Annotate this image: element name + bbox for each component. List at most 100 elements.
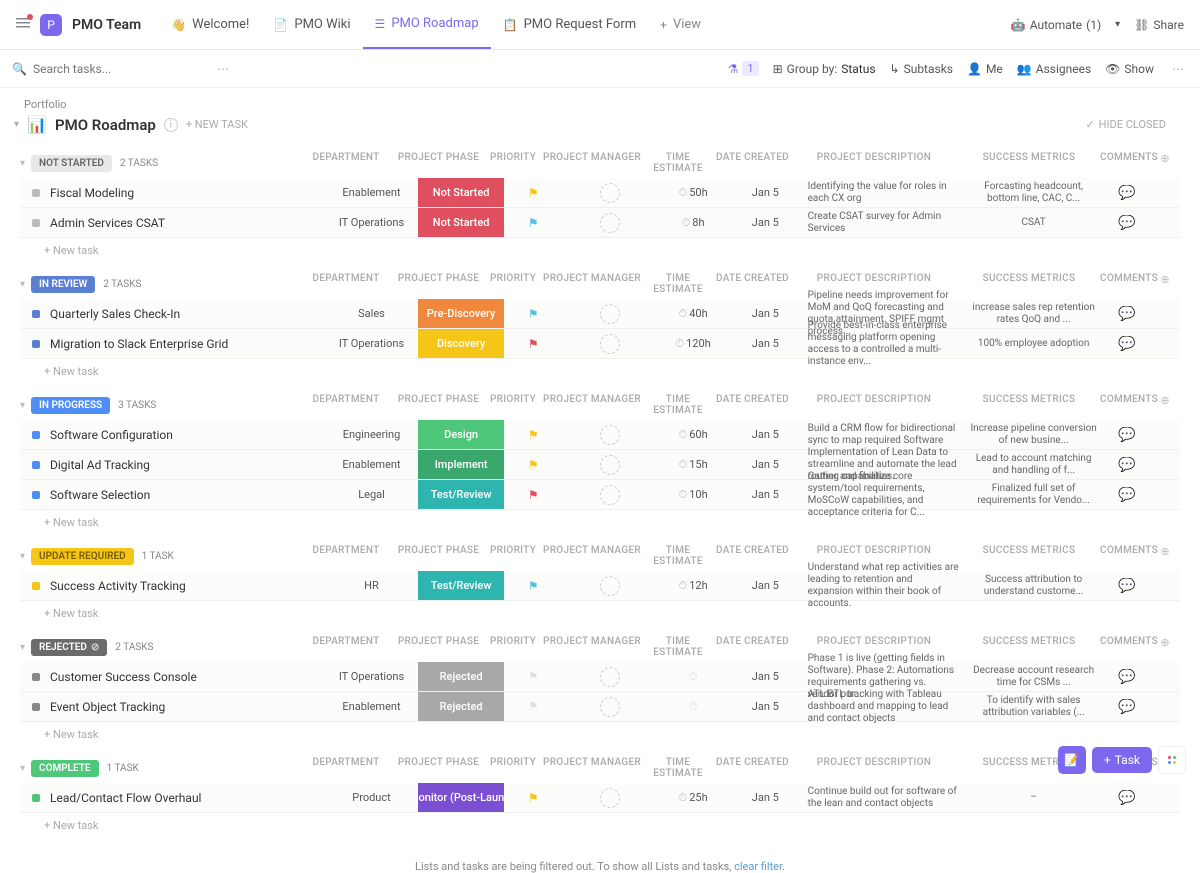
- cell-phase[interactable]: Discovery: [418, 329, 504, 358]
- cell-metrics[interactable]: CSAT: [965, 217, 1103, 229]
- cell-phase[interactable]: Not Started: [418, 208, 504, 237]
- add-column-button[interactable]: ⊕: [1150, 636, 1180, 658]
- cell-department[interactable]: IT Operations: [325, 670, 418, 683]
- cell-comments[interactable]: 💬: [1103, 578, 1151, 594]
- cell-phase[interactable]: Implement: [418, 450, 504, 479]
- new-task-row[interactable]: + New task: [20, 510, 1180, 535]
- task-row[interactable]: Fiscal Modeling Enablement Not Started ⚑…: [20, 178, 1180, 208]
- col-header[interactable]: TIME ESTIMATE: [641, 273, 715, 295]
- task-name[interactable]: Admin Services CSAT: [50, 216, 325, 230]
- col-header[interactable]: PROJECT DESCRIPTION: [790, 757, 958, 779]
- col-header[interactable]: PROJECT PHASE: [394, 152, 483, 174]
- menu-icon[interactable]: [16, 16, 30, 33]
- cell-estimate[interactable]: ⏱10h: [657, 488, 729, 502]
- cell-department[interactable]: IT Operations: [325, 216, 418, 229]
- col-header[interactable]: PRIORITY: [483, 394, 543, 416]
- add-column-button[interactable]: ⊕: [1150, 545, 1180, 567]
- cell-estimate[interactable]: ⏱60h: [657, 428, 729, 442]
- cell-department[interactable]: Engineering: [325, 428, 418, 441]
- cell-project-manager[interactable]: [562, 334, 657, 354]
- cell-phase[interactable]: Test/Review: [418, 480, 504, 509]
- new-task-row[interactable]: + New task: [20, 238, 1180, 263]
- cell-project-manager[interactable]: [562, 697, 657, 717]
- task-name[interactable]: Event Object Tracking: [50, 700, 325, 714]
- cell-project-manager[interactable]: [562, 576, 657, 596]
- search-input[interactable]: [33, 62, 153, 76]
- cell-priority[interactable]: ⚑: [504, 700, 562, 713]
- cell-date-created[interactable]: Jan 5: [729, 307, 802, 320]
- col-header[interactable]: DATE CREATED: [715, 394, 790, 416]
- cell-project-manager[interactable]: [562, 485, 657, 505]
- col-header[interactable]: SUCCESS METRICS: [958, 394, 1100, 416]
- col-header[interactable]: PROJECT PHASE: [394, 273, 483, 295]
- cell-date-created[interactable]: Jan 5: [729, 186, 802, 199]
- cell-comments[interactable]: 💬: [1103, 790, 1151, 806]
- cell-date-created[interactable]: Jan 5: [729, 791, 802, 804]
- task-status-bullet[interactable]: [32, 431, 40, 439]
- cell-estimate[interactable]: ⏱8h: [657, 216, 729, 230]
- col-header[interactable]: PROJECT MANAGER: [543, 757, 641, 779]
- cell-priority[interactable]: ⚑: [504, 216, 562, 230]
- col-header[interactable]: DEPARTMENT: [298, 757, 394, 779]
- cell-estimate[interactable]: ⏱40h: [657, 307, 729, 321]
- cell-department[interactable]: Legal: [325, 488, 418, 501]
- cell-date-created[interactable]: Jan 5: [729, 458, 802, 471]
- apps-button[interactable]: [1158, 746, 1186, 774]
- col-header[interactable]: PRIORITY: [483, 545, 543, 567]
- cell-project-manager[interactable]: [562, 667, 657, 687]
- cell-project-manager[interactable]: [562, 788, 657, 808]
- col-header[interactable]: PRIORITY: [483, 273, 543, 295]
- task-row[interactable]: Success Activity Tracking HR Test/Review…: [20, 571, 1180, 601]
- cell-priority[interactable]: ⚑: [504, 458, 562, 472]
- col-header[interactable]: SUCCESS METRICS: [958, 636, 1100, 658]
- col-header[interactable]: DATE CREATED: [715, 152, 790, 174]
- col-header[interactable]: PROJECT DESCRIPTION: [790, 394, 958, 416]
- cell-date-created[interactable]: Jan 5: [729, 488, 802, 501]
- show-button[interactable]: 👁Show: [1105, 62, 1154, 76]
- subtasks-button[interactable]: ↳Subtasks: [890, 62, 953, 76]
- col-header[interactable]: DEPARTMENT: [298, 545, 394, 567]
- task-status-bullet[interactable]: [32, 340, 40, 348]
- col-header[interactable]: TIME ESTIMATE: [641, 394, 715, 416]
- hide-closed-button[interactable]: ✓HIDE CLOSED: [1085, 118, 1166, 131]
- cell-metrics[interactable]: Lead to account matching and handling of…: [965, 453, 1103, 477]
- task-name[interactable]: Customer Success Console: [50, 670, 325, 684]
- tab-add-view[interactable]: +View: [648, 0, 713, 49]
- task-row[interactable]: Admin Services CSAT IT Operations Not St…: [20, 208, 1180, 238]
- cell-metrics[interactable]: Finalized full set of requirements for V…: [965, 483, 1103, 507]
- cell-description[interactable]: ATL BTL tracking with Tableau dashboard …: [802, 689, 965, 725]
- task-row[interactable]: Quarterly Sales Check-In Sales Pre-Disco…: [20, 299, 1180, 329]
- info-icon[interactable]: i: [164, 118, 178, 132]
- cell-description[interactable]: Identifying the value for roles in each …: [802, 181, 965, 205]
- cell-project-manager[interactable]: [562, 183, 657, 203]
- cell-priority[interactable]: ⚑: [504, 579, 562, 593]
- col-header[interactable]: SUCCESS METRICS: [958, 545, 1100, 567]
- col-header[interactable]: PROJECT PHASE: [394, 757, 483, 779]
- col-header[interactable]: COMMENTS: [1100, 394, 1150, 416]
- tab-request[interactable]: 📋PMO Request Form: [491, 0, 648, 49]
- cell-metrics[interactable]: 100% employee adoption: [965, 338, 1103, 350]
- tab-welcome[interactable]: 👋Welcome!: [159, 0, 261, 49]
- task-status-bullet[interactable]: [32, 673, 40, 681]
- cell-project-manager[interactable]: [562, 455, 657, 475]
- cell-metrics[interactable]: –: [965, 792, 1103, 804]
- cell-date-created[interactable]: Jan 5: [729, 700, 802, 713]
- cell-priority[interactable]: ⚑: [504, 428, 562, 442]
- cell-description[interactable]: Build a CRM flow for bidirectional sync …: [802, 423, 965, 447]
- col-header[interactable]: TIME ESTIMATE: [641, 545, 715, 567]
- new-task-header[interactable]: + NEW TASK: [186, 118, 248, 131]
- cell-phase[interactable]: Not Started: [418, 178, 504, 207]
- col-header[interactable]: TIME ESTIMATE: [641, 636, 715, 658]
- col-header[interactable]: TIME ESTIMATE: [641, 757, 715, 779]
- task-status-bullet[interactable]: [32, 582, 40, 590]
- col-header[interactable]: PRIORITY: [483, 152, 543, 174]
- cell-estimate[interactable]: ⏱15h: [657, 458, 729, 472]
- cell-date-created[interactable]: Jan 5: [729, 579, 802, 592]
- cell-department[interactable]: Enablement: [325, 458, 418, 471]
- task-status-bullet[interactable]: [32, 189, 40, 197]
- col-header[interactable]: PROJECT DESCRIPTION: [790, 152, 958, 174]
- tab-wiki[interactable]: 📄PMO Wiki: [261, 0, 362, 49]
- task-status-bullet[interactable]: [32, 703, 40, 711]
- col-header[interactable]: PROJECT PHASE: [394, 394, 483, 416]
- chevron-down-icon[interactable]: ▾: [20, 279, 25, 290]
